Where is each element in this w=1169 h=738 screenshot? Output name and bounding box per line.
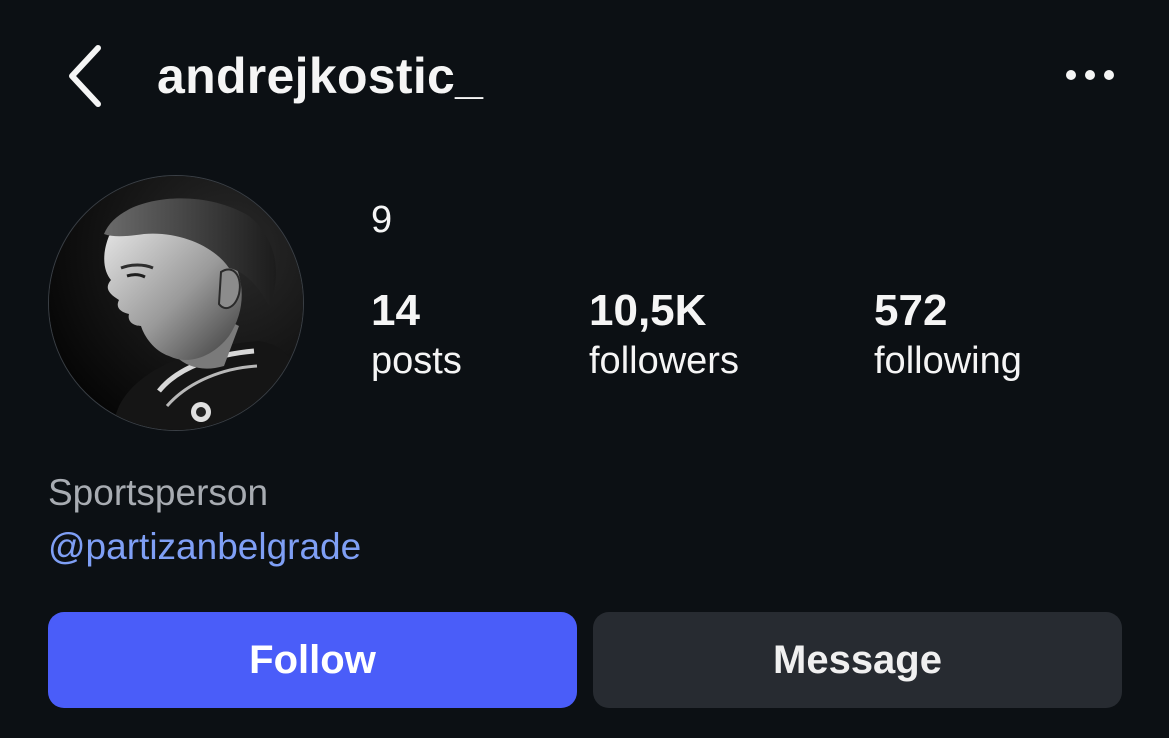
following-label: following <box>874 340 1022 382</box>
bio-mention-link[interactable]: @partizanbelgrade <box>48 524 361 570</box>
more-options-button[interactable] <box>1050 52 1130 98</box>
profile-username: andrejkostic_ <box>157 48 484 104</box>
message-button[interactable]: Message <box>593 612 1122 708</box>
followers-count: 10,5K <box>589 286 707 335</box>
followers-label: followers <box>589 340 739 382</box>
chevron-left-icon <box>69 45 101 107</box>
more-horizontal-icon <box>1066 70 1114 80</box>
stat-following[interactable]: 572 following <box>874 285 1022 385</box>
posts-count: 14 <box>371 286 420 335</box>
stat-posts[interactable]: 14 posts <box>371 285 462 385</box>
stat-followers[interactable]: 10,5K followers <box>589 285 739 385</box>
profile-photo <box>49 176 303 430</box>
following-count: 572 <box>874 286 948 335</box>
highlight-count: 9 <box>371 199 393 241</box>
profile-category: Sportsperson <box>48 472 269 513</box>
posts-label: posts <box>371 340 462 382</box>
follow-button[interactable]: Follow <box>48 612 577 708</box>
profile-page: andrejkostic_ 9 14 posts 10,5K followers… <box>0 0 1169 738</box>
back-button[interactable] <box>58 40 110 112</box>
avatar[interactable] <box>48 175 304 431</box>
